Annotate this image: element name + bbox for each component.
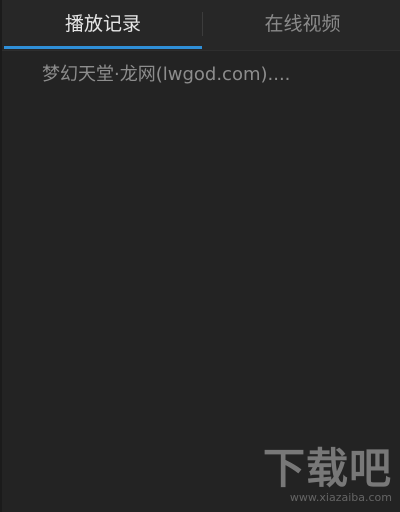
- history-item[interactable]: 梦幻天堂·龙网(lwgod.com)....: [2, 56, 400, 94]
- watermark: 下载吧 www.xiazaiba.com: [262, 446, 392, 506]
- history-list: 梦幻天堂·龙网(lwgod.com)....: [2, 56, 400, 94]
- tab-online-video[interactable]: 在线视频: [203, 0, 400, 48]
- tab-bar: 播放记录 在线视频: [2, 0, 400, 51]
- play-history-panel: 播放记录 在线视频 梦幻天堂·龙网(lwgod.com).... 下载吧 www…: [0, 0, 400, 512]
- tab-play-history[interactable]: 播放记录: [4, 0, 202, 48]
- watermark-url: www.xiazaiba.com: [289, 491, 392, 504]
- active-tab-indicator: [4, 46, 202, 49]
- watermark-logo: 下载吧: [262, 444, 392, 493]
